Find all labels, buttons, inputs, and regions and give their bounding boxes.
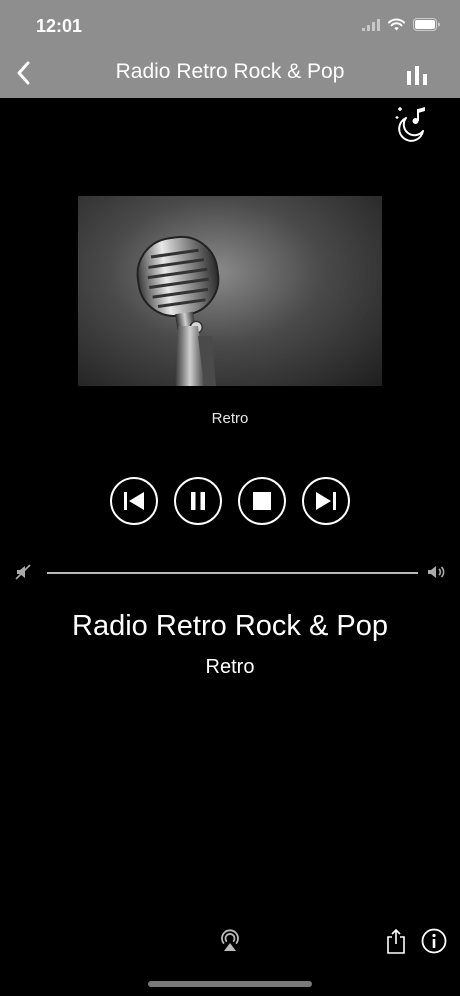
home-indicator <box>148 981 312 987</box>
nav-title: Radio Retro Rock & Pop <box>115 60 345 83</box>
equalizer-button[interactable] <box>402 60 432 90</box>
airplay-icon <box>221 929 239 951</box>
back-button[interactable] <box>8 58 38 88</box>
status-bar: 12:01 <box>0 0 460 50</box>
station-artwork <box>78 196 382 386</box>
equalizer-icon <box>407 66 427 85</box>
battery-icon <box>413 18 440 36</box>
playback-controls <box>110 477 350 527</box>
share-icon <box>387 928 405 954</box>
volume-slider[interactable] <box>47 572 418 574</box>
airplay-button[interactable] <box>216 926 244 954</box>
status-time: 12:01 <box>36 16 83 36</box>
info-icon <box>421 928 447 954</box>
status-icons <box>362 16 440 38</box>
microphone-image <box>136 235 220 386</box>
next-icon <box>316 492 336 510</box>
previous-icon <box>124 492 144 510</box>
next-button[interactable] <box>302 477 350 525</box>
station-genre: Retro <box>205 656 255 678</box>
chevron-left-icon <box>17 61 30 85</box>
pause-icon <box>191 492 205 510</box>
sleep-timer-moon-music-icon <box>395 107 425 142</box>
stop-button[interactable] <box>238 477 286 525</box>
info-button[interactable] <box>420 927 448 955</box>
volume-mute-icon <box>15 564 31 580</box>
artwork-caption: Retro <box>211 410 249 427</box>
volume-control <box>14 560 446 586</box>
sleep-timer-button[interactable] <box>390 103 430 143</box>
stop-icon <box>253 492 271 510</box>
signal-icon <box>362 18 380 36</box>
wifi-icon <box>388 18 405 36</box>
nav-bar: Radio Retro Rock & Pop <box>0 50 460 98</box>
header: 12:01 Radio Retro Rock & Pop <box>0 0 460 98</box>
pause-button[interactable] <box>174 477 222 525</box>
previous-button[interactable] <box>110 477 158 525</box>
volume-max-icon <box>428 566 445 578</box>
station-name: Radio Retro Rock & Pop <box>72 610 388 642</box>
volume-slider-fill <box>47 572 418 574</box>
share-button[interactable] <box>382 926 410 956</box>
